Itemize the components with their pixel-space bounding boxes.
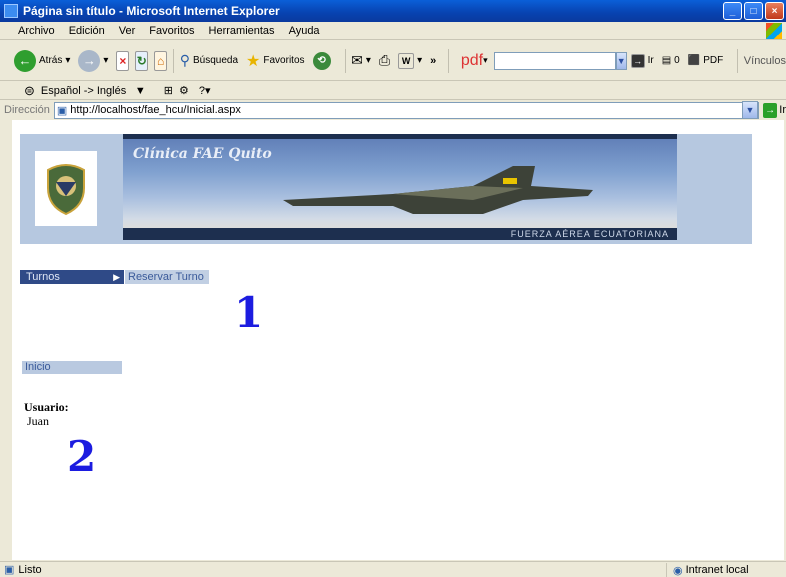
refresh-icon[interactable]: ↻ [135,50,149,71]
pdf-go-label: Ir [647,55,654,66]
banner-footer: FUERZA AÉREA ECUATORIANA [123,228,677,240]
minimize-button[interactable]: _ [723,2,742,20]
help-icon[interactable]: ?▾ [199,84,211,97]
search-icon: ⚲ [179,52,190,68]
menu-favoritos[interactable]: Favoritos [149,25,194,37]
pdf-go-button[interactable]: → Ir [630,53,654,68]
pdf-dropdown-icon[interactable]: ▼ [615,51,627,70]
history-icon: ⟲ [312,51,331,70]
home-icon[interactable]: ⌂ [154,50,168,71]
count-label: 0 [674,55,680,66]
status-bar: ▣ Listo ◉ Intranet local [0,561,786,577]
go-label[interactable]: Ir [779,104,786,116]
address-url: http://localhost/fae_hcu/Inicial.aspx [70,104,241,116]
menu-ver[interactable]: Ver [119,25,136,37]
menu-ayuda[interactable]: Ayuda [289,25,320,37]
windows-logo-icon [766,23,782,39]
user-value: Juan [27,414,49,428]
annotation-marker-2: 2 [67,432,97,481]
maximize-button[interactable]: □ [744,2,763,20]
menu-archivo[interactable]: Archivo [18,25,55,37]
security-zone: ◉ Intranet local [666,563,786,577]
menu-turnos-label: Turnos [26,271,60,283]
user-label: Usuario: [24,400,69,414]
ie-icon [4,4,18,18]
intranet-icon: ◉ [673,564,683,577]
page-icon: ▤ [661,55,672,66]
submenu-arrow-icon: ▶ [113,272,120,282]
window-title: Página sin título - Microsoft Internet E… [23,4,280,18]
address-dropdown-icon[interactable]: ▼ [741,101,758,119]
book-icon[interactable]: ⊞ [164,84,173,97]
menu-herramientas[interactable]: Herramientas [209,25,275,37]
jet-image [283,166,593,214]
translate-icon: ⊜ [24,82,35,98]
pdf-brand[interactable]: pdf [461,52,483,70]
favorites-label: Favoritos [263,55,305,66]
print-button[interactable]: ⎙ [379,52,390,69]
stop-icon[interactable]: × [116,50,130,71]
page-status-icon: ▣ [4,564,15,576]
translate-select[interactable]: Español -> Inglés [41,85,129,97]
mail-button[interactable]: ✉ ▾ [351,52,371,69]
go-arrow-icon: → [630,53,645,68]
pdf-icon: ⬛ [687,55,701,66]
star-icon: ★ [246,52,261,70]
status-text: Listo [18,563,42,576]
pdf-label: PDF [703,55,724,66]
forward-arrow-icon: → [78,49,101,72]
fae-emblem-logo [35,151,97,226]
overflow-chevron-icon[interactable]: » [430,55,436,67]
zone-label: Intranet local [685,564,749,576]
address-input[interactable]: ▣ http://localhost/fae_hcu/Inicial.aspx … [53,101,759,119]
page-content: Clínica FAE Quito FUERZA AÉREA ECUATORIA… [12,120,785,560]
word-icon: W [398,52,415,69]
pdf-button[interactable]: ⬛ PDF [688,55,723,66]
count-button[interactable]: ▤ 0 [662,55,680,66]
history-button[interactable]: ⟲ [312,51,331,70]
page-icon: ▣ [56,104,68,117]
menu-turnos[interactable]: Turnos ▶ [20,270,124,284]
links-toolbar: ⊜ Español -> Inglés ▼ ⊞ ⚙ ?▾ [0,82,786,100]
menu-inicio[interactable]: Inicio [22,361,122,374]
search-label: Búsqueda [193,55,239,66]
back-label: Atrás [39,55,63,66]
forward-button[interactable]: → ▾ [78,49,108,72]
links-label[interactable]: Vínculos [744,55,786,67]
menu-bar: Archivo Edición Ver Favoritos Herramient… [0,22,786,40]
address-label: Dirección [4,104,50,116]
pdf-search-input[interactable] [493,51,616,70]
banner-panel: Clínica FAE Quito FUERZA AÉREA ECUATORIA… [20,134,752,244]
back-arrow-icon: ← [14,49,36,72]
title-bar: Página sin título - Microsoft Internet E… [0,0,786,22]
print-icon: ⎙ [378,52,391,68]
banner-image: Clínica FAE Quito FUERZA AÉREA ECUATORIA… [123,134,677,240]
banner-title: Clínica FAE Quito [133,146,272,162]
translate-dropdown-icon[interactable]: ▼ [135,85,146,97]
tools-icon[interactable]: ⚙ [179,84,189,97]
close-button[interactable]: × [765,2,784,20]
annotation-marker-1: 1 [234,288,264,337]
search-button[interactable]: ⚲ Búsqueda [180,52,238,69]
address-bar: Dirección ▣ http://localhost/fae_hcu/Ini… [0,101,786,119]
menu-edicion[interactable]: Edición [69,25,105,37]
favorites-button[interactable]: ★ Favoritos [246,51,304,71]
standard-toolbar: ← Atrás ▾ → ▾ × ↻ ⌂ ⚲ Búsqueda ★ Favorit… [0,41,786,81]
menu-reservar-turno[interactable]: Reservar Turno [125,270,209,284]
back-button[interactable]: ← Atrás ▾ [14,49,70,72]
word-button[interactable]: W ▾ [398,52,422,69]
go-arrow-icon[interactable]: → [762,102,778,118]
mail-icon: ✉ [351,52,363,68]
